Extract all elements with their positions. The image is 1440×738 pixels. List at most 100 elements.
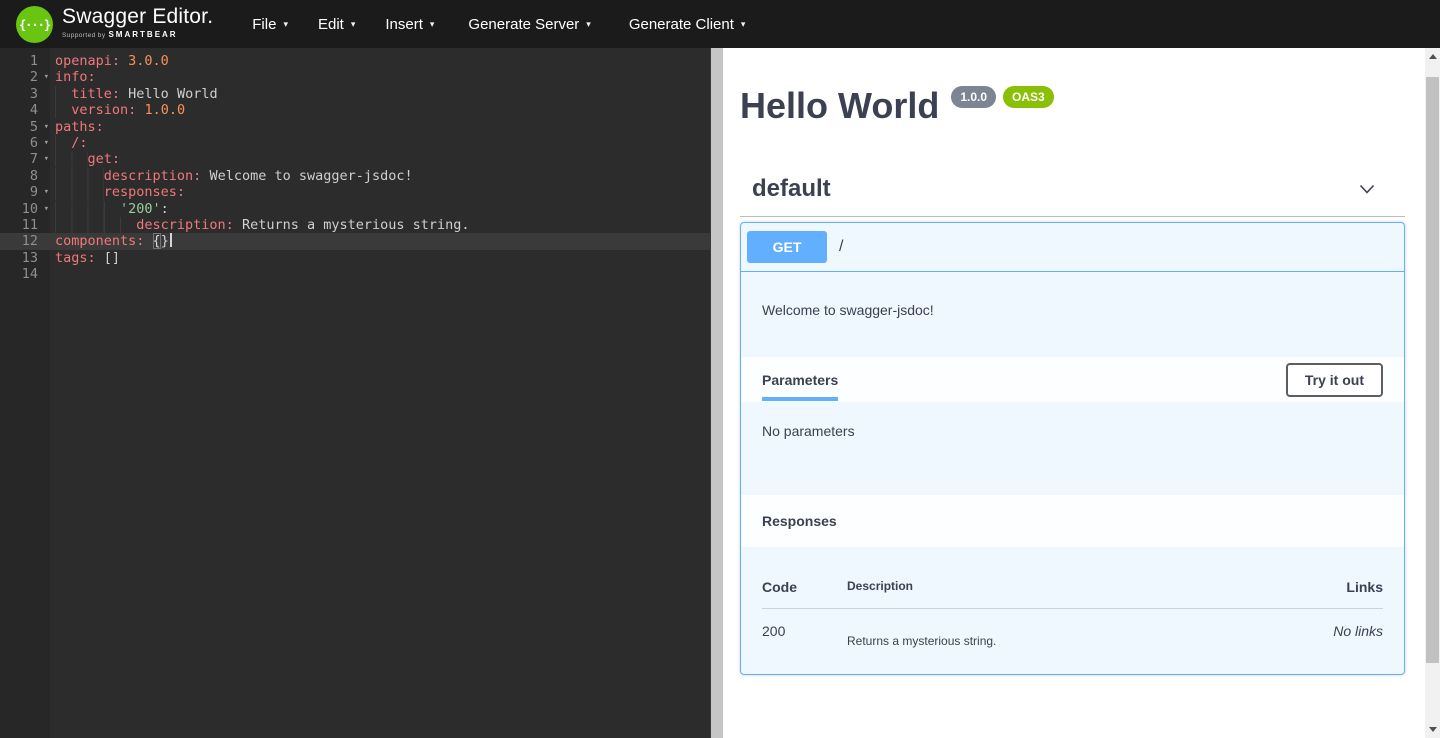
fold-arrow-icon[interactable]: ▾ [44, 184, 49, 200]
chevron-down-icon: ▾ [430, 19, 435, 30]
gutter-cell[interactable]: 6▾ [0, 135, 50, 151]
menu-label: Insert [385, 16, 423, 33]
gutter-cell[interactable]: 1 [0, 53, 50, 69]
line-number: 13 [0, 250, 50, 266]
try-it-out-button[interactable]: Try it out [1286, 363, 1383, 397]
gutter-cell[interactable]: 14 [0, 266, 50, 282]
line-number: 1 [0, 53, 50, 69]
menu-label: Generate Server [468, 16, 579, 33]
code-line[interactable]: 12components: {} [0, 233, 710, 249]
code-line[interactable]: 7▾ get: [0, 151, 710, 167]
tag-section-header[interactable]: default [740, 175, 1405, 216]
gutter-cell[interactable]: 5▾ [0, 119, 50, 135]
supported-by-label: Supported bySMARTBEAR [62, 30, 213, 39]
code-line[interactable]: 10▾ '200': [0, 201, 710, 217]
code-text: title: Hello World [50, 86, 218, 102]
line-number: 8 [0, 168, 50, 184]
page-title: Hello World [740, 88, 939, 124]
editor-lines[interactable]: 1openapi: 3.0.02▾info:3 title: Hello Wor… [0, 53, 710, 282]
code-text [50, 266, 55, 282]
operation-get: GET / Welcome to swagger-jsdoc! Paramete… [740, 222, 1405, 675]
tag-section-default: default [740, 175, 1405, 217]
gutter-cell[interactable]: 13 [0, 250, 50, 266]
menu-file[interactable]: File ▾ [237, 8, 303, 41]
gutter-cell[interactable]: 12 [0, 233, 50, 249]
no-parameters-text: No parameters [741, 402, 1404, 495]
code-text: openapi: 3.0.0 [50, 53, 169, 69]
menu-edit[interactable]: Edit▾ [303, 8, 370, 41]
scroll-down-arrow-icon[interactable] [1425, 721, 1440, 738]
app-title: Swagger Editor. [62, 5, 213, 29]
code-text: components: {} [50, 233, 172, 249]
scrollbar[interactable] [1425, 48, 1440, 738]
operation-path: / [839, 238, 843, 256]
chevron-down-icon: ▾ [351, 19, 356, 30]
menu-label: Generate Client [629, 16, 734, 33]
response-links: No links [1288, 623, 1383, 639]
line-number: 9 [0, 184, 50, 200]
line-number: 5 [0, 119, 50, 135]
tag-section-label: default [752, 175, 831, 203]
code-text: description: Returns a mysterious string… [50, 217, 470, 233]
code-line[interactable]: 8 description: Welcome to swagger-jsdoc! [0, 168, 710, 184]
fold-arrow-icon[interactable]: ▾ [44, 201, 49, 217]
menu-generate-client[interactable]: Generate Client▾ [610, 8, 765, 41]
line-number: 12 [0, 233, 50, 249]
menu-generate-server[interactable]: Generate Server ▾ [449, 8, 609, 41]
oas3-badge: OAS3 [1003, 86, 1054, 108]
code-editor[interactable]: 1openapi: 3.0.02▾info:3 title: Hello Wor… [0, 48, 710, 738]
fold-arrow-icon[interactable]: ▾ [44, 119, 49, 135]
fold-arrow-icon[interactable]: ▾ [44, 135, 49, 151]
chevron-down-icon[interactable] [1357, 179, 1377, 199]
gutter-cell[interactable]: 10▾ [0, 201, 50, 217]
gutter-cell[interactable]: 11 [0, 217, 50, 233]
code-text: get: [50, 151, 120, 167]
code-text: '200': [50, 201, 169, 217]
pane-splitter[interactable] [710, 48, 723, 738]
code-text: version: 1.0.0 [50, 102, 185, 118]
code-line[interactable]: 2▾info: [0, 69, 710, 85]
topbar: {···} Swagger Editor. Supported bySMARTB… [0, 0, 1440, 48]
fold-arrow-icon[interactable]: ▾ [44, 69, 49, 85]
gutter-cell[interactable]: 9▾ [0, 184, 50, 200]
gutter-cell[interactable]: 7▾ [0, 151, 50, 167]
code-line[interactable]: 1openapi: 3.0.0 [0, 53, 710, 69]
responses-table-header: Code Description Links [762, 567, 1383, 609]
line-number: 3 [0, 86, 50, 102]
line-number: 10 [0, 201, 50, 217]
gutter-cell[interactable]: 4 [0, 102, 50, 118]
chevron-down-icon: ▾ [586, 19, 591, 30]
swagger-logo-icon: {···} [16, 6, 53, 43]
gutter-cell[interactable]: 2▾ [0, 69, 50, 85]
menu-label: File [252, 16, 276, 33]
code-line[interactable]: 11 description: Returns a mysterious str… [0, 217, 710, 233]
line-number: 11 [0, 217, 50, 233]
code-text: tags: [] [50, 250, 120, 266]
fold-arrow-icon[interactable]: ▾ [44, 151, 49, 167]
col-header-code: Code [762, 579, 847, 595]
chevron-down-icon: ▾ [283, 19, 288, 30]
operation-description: Welcome to swagger-jsdoc! [741, 272, 1404, 357]
code-text: description: Welcome to swagger-jsdoc! [50, 168, 413, 184]
code-line[interactable]: 3 title: Hello World [0, 86, 710, 102]
gutter-cell[interactable]: 8 [0, 168, 50, 184]
code-text: paths: [50, 119, 104, 135]
table-row: 200 Returns a mysterious string. No link… [762, 609, 1383, 648]
version-badge: 1.0.0 [951, 86, 996, 108]
code-line[interactable]: 14 [0, 266, 710, 282]
code-line[interactable]: 13tags: [] [0, 250, 710, 266]
response-code: 200 [762, 623, 847, 639]
menu-insert[interactable]: Insert ▾ [370, 8, 449, 41]
text-cursor [170, 233, 172, 247]
scrollbar-thumb[interactable] [1426, 77, 1439, 663]
code-line[interactable]: 6▾ /: [0, 135, 710, 151]
code-line[interactable]: 9▾ responses: [0, 184, 710, 200]
gutter-cell[interactable]: 3 [0, 86, 50, 102]
code-line[interactable]: 4 version: 1.0.0 [0, 102, 710, 118]
code-text: responses: [50, 184, 185, 200]
line-number: 2 [0, 69, 50, 85]
scroll-up-arrow-icon[interactable] [1425, 48, 1440, 65]
operation-summary[interactable]: GET / [741, 223, 1404, 272]
parameters-tab: Parameters [762, 358, 838, 401]
code-line[interactable]: 5▾paths: [0, 119, 710, 135]
